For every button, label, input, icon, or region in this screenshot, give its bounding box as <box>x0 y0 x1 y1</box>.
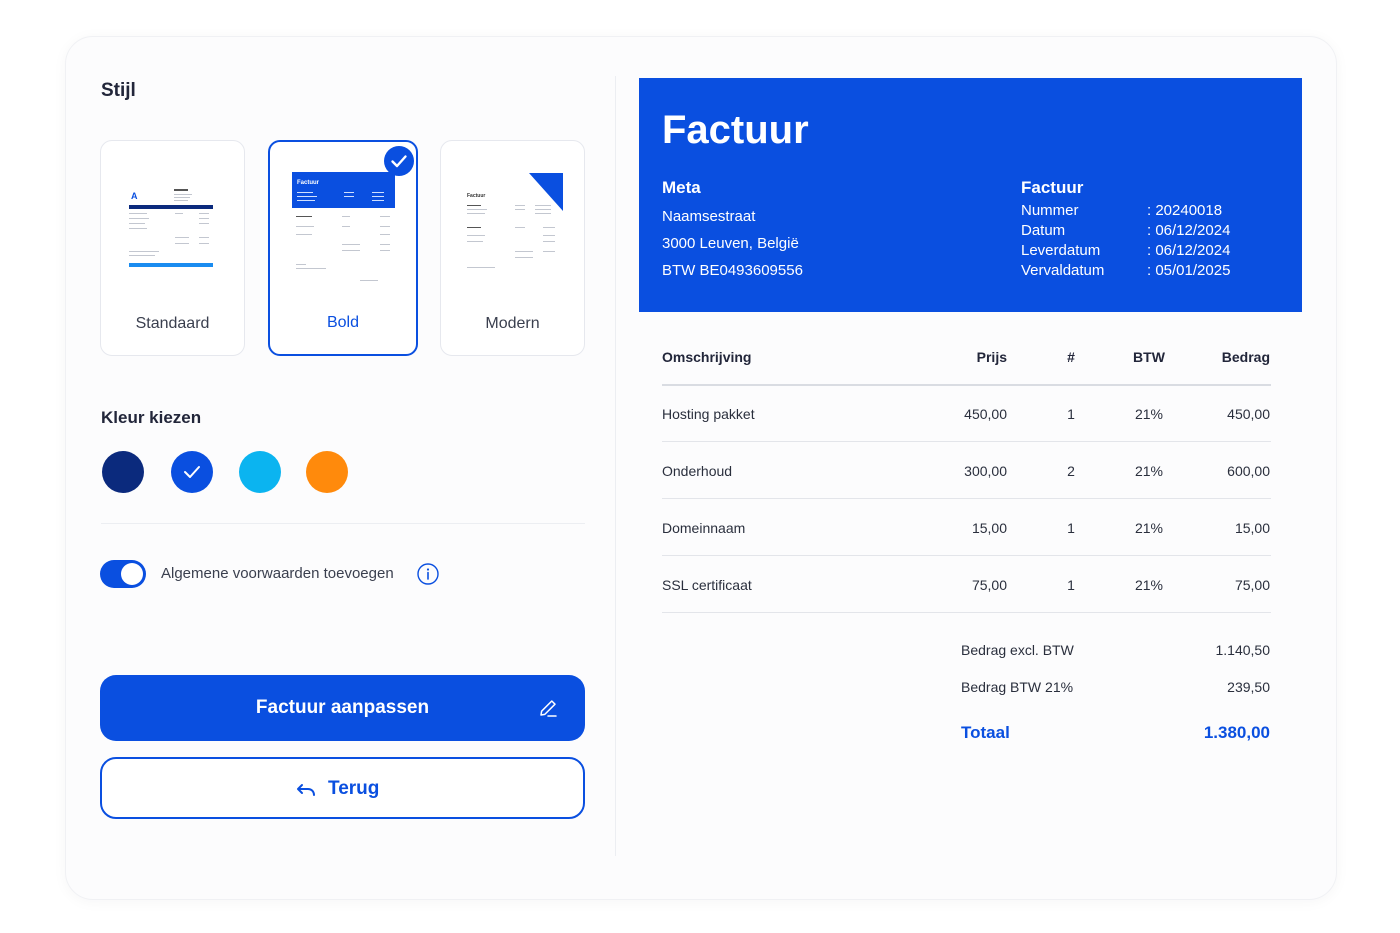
table-header-rule <box>662 384 1271 386</box>
row-vat: 21% <box>1134 406 1164 422</box>
column-header-vat: BTW <box>1133 349 1165 365</box>
template-bold-thumbnail: Factuur <box>292 172 395 292</box>
selected-check-icon <box>384 146 414 176</box>
template-modern[interactable]: Factuur Modern <box>440 140 585 356</box>
field-key: Leverdatum <box>1021 242 1101 259</box>
info-icon[interactable] <box>417 563 439 585</box>
template-standaard-thumbnail: A <box>129 185 219 275</box>
back-button-label: Terug <box>328 778 380 799</box>
row-quantity: 2 <box>1067 463 1075 479</box>
row-price: 75,00 <box>971 577 1007 593</box>
total-value: 1.380,00 <box>1203 723 1270 742</box>
edit-invoice-button[interactable]: Factuur aanpassen <box>100 675 585 741</box>
row-amount: 15,00 <box>1234 520 1270 536</box>
undo-arrow-icon <box>297 784 315 796</box>
row-description: Domeinnaam <box>662 520 746 536</box>
column-header-quantity: # <box>1067 349 1075 365</box>
color-swatch-blue[interactable] <box>171 451 213 493</box>
meta-line: Naamsestraat <box>662 208 756 225</box>
field-value: : 06/12/2024 <box>1147 222 1231 239</box>
subtotal-value: 1.140,50 <box>1215 642 1271 658</box>
pencil-icon <box>540 700 557 717</box>
row-rule <box>662 555 1271 556</box>
row-rule <box>662 498 1271 499</box>
field-key: Datum <box>1021 222 1066 239</box>
back-button[interactable]: Terug <box>100 757 585 819</box>
row-description: SSL certificaat <box>662 577 752 593</box>
template-standaard-label: Standaard <box>135 315 210 332</box>
color-swatch-navy[interactable] <box>102 451 144 493</box>
field-value: : 06/12/2024 <box>1147 242 1231 259</box>
panel-divider <box>615 76 616 856</box>
terms-toggle[interactable] <box>100 560 146 588</box>
meta-heading: Meta <box>662 178 701 197</box>
template-modern-thumbnail: Factuur <box>465 171 563 281</box>
subtotal-label: Bedrag excl. BTW <box>961 642 1074 658</box>
color-heading: Kleur kiezen <box>101 408 202 427</box>
thumbnail-header: Factuur <box>292 172 395 208</box>
invoice-preview: Factuur Meta Naamsestraat 3000 Leuven, B… <box>639 78 1302 853</box>
field-value: : 20240018 <box>1147 202 1223 219</box>
invoice-title: Factuur <box>662 108 809 152</box>
row-vat: 21% <box>1134 577 1164 593</box>
selected-check-icon <box>184 466 200 478</box>
section-divider <box>101 523 585 524</box>
row-vat: 21% <box>1134 463 1164 479</box>
row-rule <box>662 441 1271 442</box>
terms-toggle-label: Algemene voorwaarden toevoegen <box>161 565 394 582</box>
column-header-price: Prijs <box>976 349 1007 365</box>
row-amount: 75,00 <box>1234 577 1270 593</box>
template-standaard[interactable]: A Standaard <box>100 140 245 356</box>
template-modern-label: Modern <box>485 315 540 332</box>
template-bold[interactable]: Factuur Bold <box>268 140 418 356</box>
toggle-knob <box>121 563 143 585</box>
total-label: Totaal <box>961 723 1010 742</box>
row-description: Onderhoud <box>662 463 733 479</box>
color-swatch-orange[interactable] <box>306 451 348 493</box>
row-amount: 600,00 <box>1227 463 1270 479</box>
invoice-header: Factuur Meta Naamsestraat 3000 Leuven, B… <box>639 78 1302 312</box>
row-quantity: 1 <box>1067 577 1075 593</box>
style-heading: Stijl <box>101 80 136 101</box>
row-price: 15,00 <box>971 520 1007 536</box>
thumbnail-header-title: Factuur <box>467 193 486 199</box>
thumbnail-header-title: Factuur <box>297 180 320 186</box>
edit-invoice-button-label: Factuur aanpassen <box>255 697 430 718</box>
field-key: Vervaldatum <box>1021 262 1105 279</box>
row-amount: 450,00 <box>1227 406 1270 422</box>
row-price: 300,00 <box>964 463 1007 479</box>
meta-line: 3000 Leuven, België <box>662 235 799 252</box>
factuur-heading: Factuur <box>1021 178 1084 197</box>
column-header-amount: Bedrag <box>1221 349 1270 365</box>
row-quantity: 1 <box>1067 406 1075 422</box>
vat-total-label: Bedrag BTW 21% <box>961 679 1074 695</box>
row-rule <box>662 612 1271 613</box>
row-vat: 21% <box>1134 520 1164 536</box>
meta-line: BTW BE0493609556 <box>662 262 803 279</box>
field-value: : 05/01/2025 <box>1147 262 1231 279</box>
row-price: 450,00 <box>964 406 1007 422</box>
field-key: Nummer <box>1021 202 1079 219</box>
vat-total-value: 239,50 <box>1227 679 1270 695</box>
row-description: Hosting pakket <box>662 406 755 422</box>
template-bold-label: Bold <box>326 314 360 331</box>
color-swatch-cyan[interactable] <box>239 451 281 493</box>
column-header-description: Omschrijving <box>662 349 752 365</box>
row-quantity: 1 <box>1067 520 1075 536</box>
thumbnail-logo-letter: A <box>131 191 138 201</box>
